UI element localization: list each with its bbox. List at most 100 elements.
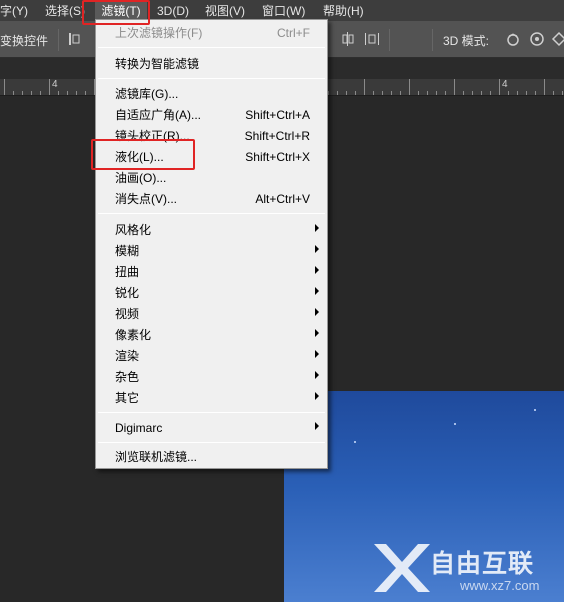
menu-item-label: 其它	[115, 391, 140, 405]
submenu-arrow-icon	[315, 329, 319, 337]
menu-item-label: 转换为智能滤镜	[115, 57, 200, 71]
menu-item-distort[interactable]: 扭曲	[96, 261, 327, 282]
menu-item-pixelate[interactable]: 像素化	[96, 324, 327, 345]
menu-item-lens-correction[interactable]: 镜头校正(R)... Shift+Ctrl+R	[96, 125, 327, 146]
ruler-tick	[544, 79, 545, 95]
ruler-tick	[373, 91, 374, 95]
menu-item-label: 风格化	[115, 223, 152, 237]
ruler-tick	[85, 91, 86, 95]
ruler-tick	[535, 91, 536, 95]
menu-item-label: 自适应广角(A)...	[115, 108, 201, 122]
menu-item-label: 镜头校正(R)...	[115, 129, 190, 143]
watermark-brand: 自由互联	[430, 550, 535, 578]
submenu-arrow-icon	[315, 422, 319, 430]
ruler-tick	[364, 79, 365, 95]
ruler-tick	[472, 91, 473, 95]
menu-select[interactable]: 选择(S)	[45, 0, 85, 21]
menu-item-label: 液化(L)...	[115, 150, 164, 164]
ruler-tick	[436, 91, 437, 95]
distribute-horizontal-icon[interactable]	[364, 31, 380, 47]
menu-item-label: 上次滤镜操作(F)	[115, 26, 203, 40]
menu-item-label: 滤镜库(G)...	[115, 87, 179, 101]
submenu-arrow-icon	[315, 308, 319, 316]
ruler-tick	[346, 91, 347, 95]
menu-window[interactable]: 窗口(W)	[262, 0, 305, 21]
ruler-tick	[337, 91, 338, 95]
ruler-tick	[4, 79, 5, 95]
menu-separator	[98, 412, 325, 413]
menu-item-digimarc[interactable]: Digimarc	[96, 417, 327, 438]
menu-3d[interactable]: 3D(D)	[157, 0, 189, 21]
3d-mode-label: 3D 模式:	[443, 34, 490, 48]
ruler-tick	[76, 91, 77, 95]
menu-item-label: 锐化	[115, 286, 140, 300]
rotate-3d-icon[interactable]	[505, 31, 521, 47]
menu-item-sharpen[interactable]: 锐化	[96, 282, 327, 303]
menu-filter[interactable]: 滤镜(T)	[95, 0, 147, 21]
ruler-tick	[481, 91, 482, 95]
ruler-tick	[13, 91, 14, 95]
menu-item-shortcut: Ctrl+F	[277, 25, 310, 40]
ruler-tick	[454, 79, 455, 95]
menu-item-stylize[interactable]: 风格化	[96, 219, 327, 240]
menu-item-label: 扭曲	[115, 265, 140, 279]
ruler-tick	[490, 91, 491, 95]
menu-item-label: 油画(O)...	[115, 171, 167, 185]
menu-item-video[interactable]: 视频	[96, 303, 327, 324]
transform-controls-label[interactable]: 变换控件	[0, 32, 48, 49]
menu-separator	[98, 78, 325, 79]
ruler-tick	[49, 79, 50, 95]
menu-item-filter-gallery[interactable]: 滤镜库(G)...	[96, 83, 327, 104]
menu-item-noise[interactable]: 杂色	[96, 366, 327, 387]
submenu-arrow-icon	[315, 224, 319, 232]
ruler-tick	[22, 91, 23, 95]
ruler-tick	[355, 91, 356, 95]
distribute-icon[interactable]	[340, 31, 356, 47]
menu-item-liquify[interactable]: 液化(L)... Shift+Ctrl+X	[96, 146, 327, 167]
menu-item-label: 渲染	[115, 349, 140, 363]
ruler-tick	[526, 91, 527, 95]
menu-separator	[98, 213, 325, 214]
ruler-tick	[409, 79, 410, 95]
menu-item-shortcut: Shift+Ctrl+X	[245, 149, 310, 164]
submenu-arrow-icon	[315, 392, 319, 400]
ruler-tick	[445, 91, 446, 95]
menu-item-blur[interactable]: 模糊	[96, 240, 327, 261]
submenu-arrow-icon	[315, 371, 319, 379]
menu-separator	[98, 47, 325, 48]
submenu-arrow-icon	[315, 266, 319, 274]
menu-item-oil-paint[interactable]: 油画(O)...	[96, 167, 327, 188]
menu-item-vanishing-point[interactable]: 消失点(V)... Alt+Ctrl+V	[96, 188, 327, 209]
menu-item-shortcut: Shift+Ctrl+R	[244, 128, 310, 143]
ruler-tick	[499, 79, 500, 95]
filter-menu: 上次滤镜操作(F) Ctrl+F 转换为智能滤镜 滤镜库(G)... 自适应广角…	[95, 19, 328, 469]
ruler-tick	[427, 91, 428, 95]
star	[354, 441, 356, 443]
menu-view[interactable]: 视图(V)	[205, 0, 245, 21]
submenu-arrow-icon	[315, 287, 319, 295]
menu-item-other[interactable]: 其它	[96, 387, 327, 408]
ruler-tick	[418, 91, 419, 95]
ruler-tick	[508, 91, 509, 95]
ruler-tick	[40, 91, 41, 95]
ruler-tick	[400, 91, 401, 95]
menu-item-browse-online-filters[interactable]: 浏览联机滤镜...	[96, 446, 327, 467]
menu-item-label: 模糊	[115, 244, 140, 258]
roll-3d-icon[interactable]	[529, 31, 545, 47]
ruler-tick	[328, 91, 329, 95]
align-left-icon[interactable]	[67, 31, 83, 47]
menu-item-adaptive-wide-angle[interactable]: 自适应广角(A)... Shift+Ctrl+A	[96, 104, 327, 125]
ruler-number: 4	[52, 79, 58, 90]
menu-item-shortcut: Shift+Ctrl+A	[245, 107, 310, 122]
ruler-tick	[517, 91, 518, 95]
menu-item-render[interactable]: 渲染	[96, 345, 327, 366]
menu-type[interactable]: 字(Y)	[0, 0, 32, 21]
ruler-tick	[382, 91, 383, 95]
ruler-tick	[391, 91, 392, 95]
menu-item-last-filter[interactable]: 上次滤镜操作(F) Ctrl+F	[96, 22, 327, 43]
menu-separator	[98, 442, 325, 443]
menu-help[interactable]: 帮助(H)	[323, 0, 364, 21]
watermark: 自由互联 www.xz7.com	[370, 540, 560, 598]
drag-3d-icon[interactable]	[551, 31, 564, 47]
menu-item-convert-smart-filter[interactable]: 转换为智能滤镜	[96, 53, 327, 74]
